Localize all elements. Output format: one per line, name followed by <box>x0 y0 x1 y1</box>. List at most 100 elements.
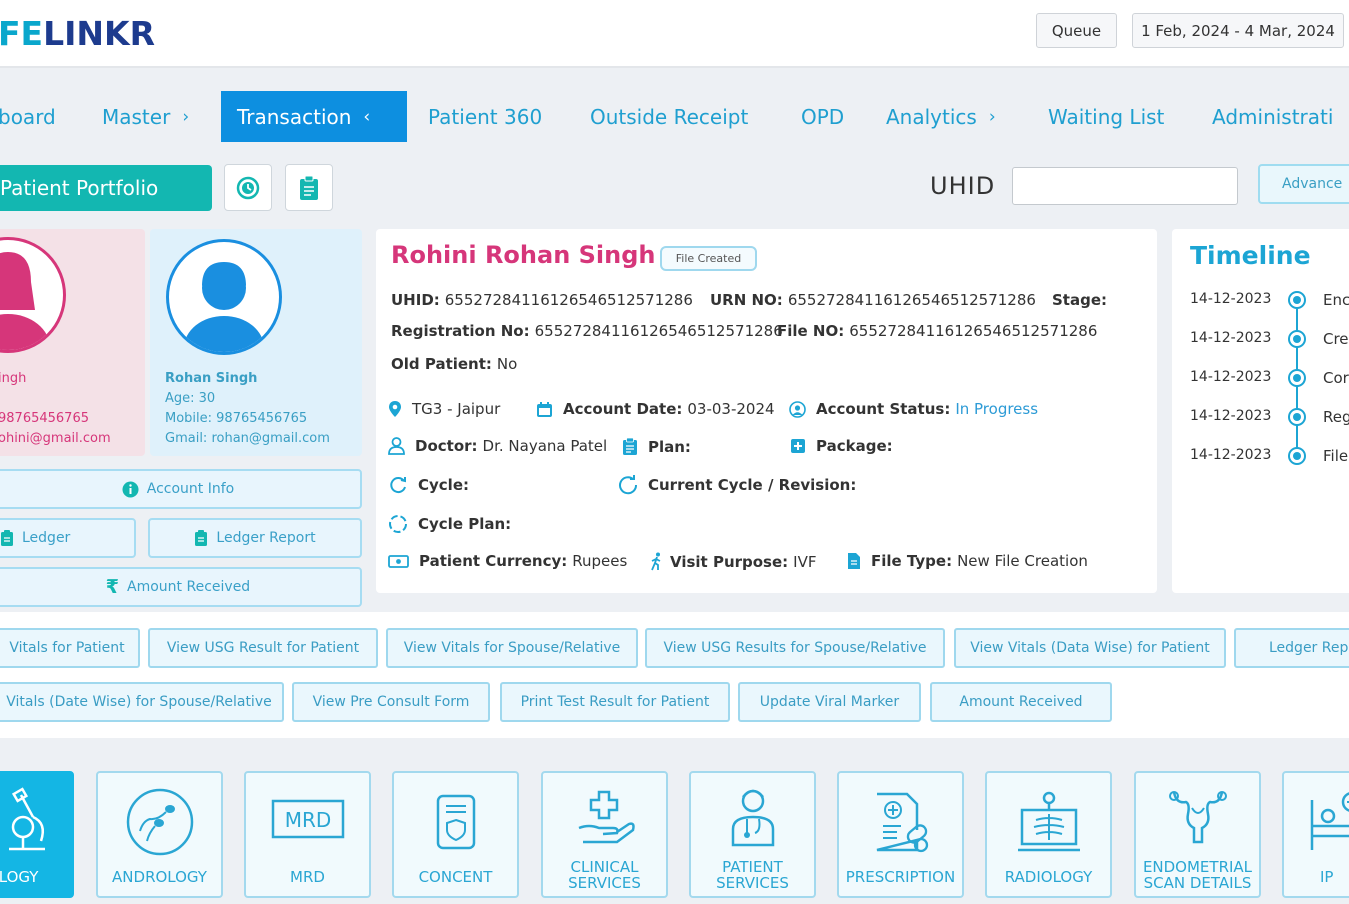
ledger-report-button[interactable]: Ledger Report <box>148 518 362 558</box>
account-info-button[interactable]: Account Info <box>0 469 362 509</box>
amount-received-side-button[interactable]: ₹ Amount Received <box>0 567 362 607</box>
nav-opd[interactable]: OPD <box>801 91 844 142</box>
cycle-plan-field: Cycle Plan: <box>388 514 516 534</box>
timeline-entry-text: File <box>1323 447 1349 465</box>
view-vitals-spouse-button[interactable]: View Vitals for Spouse/Relative <box>386 628 638 668</box>
stage-field: Stage: <box>1052 291 1108 309</box>
location-pin-icon <box>388 400 402 418</box>
file-no-field: File NO: 6552728411612654651257128​6 <box>777 322 1098 340</box>
actions-panel: Vitals for Patient View USG Result for P… <box>0 612 1349 738</box>
nav-patient-360[interactable]: Patient 360 <box>428 91 542 142</box>
top-header: FELINKR Queue 1 Feb, 2024 - 4 Mar, 2024 <box>0 0 1349 68</box>
view-usg-patient-button[interactable]: View USG Result for Patient <box>148 628 378 668</box>
male-name: Rohan Singh <box>165 371 258 386</box>
view-vitals-patient-button[interactable]: Vitals for Patient <box>0 628 140 668</box>
uterus-icon <box>1136 777 1259 855</box>
doctor-field: Doctor: Dr. Nayana Patel <box>388 437 607 455</box>
currency-icon <box>388 554 409 569</box>
module-ipd[interactable]: IP <box>1282 771 1349 898</box>
patient-portfolio-button[interactable]: Patient Portfolio <box>0 165 212 211</box>
location-field: TG3 - Jaipur <box>388 400 500 418</box>
amount-received-button[interactable]: Amount Received <box>930 682 1112 722</box>
refresh-icon <box>388 475 408 495</box>
print-test-result-button[interactable]: Print Test Result for Patient <box>500 682 730 722</box>
walking-person-icon <box>650 552 664 571</box>
patient-name: Rohini Rohan Singh <box>391 241 656 269</box>
update-viral-marker-button[interactable]: Update Viral Marker <box>738 682 921 722</box>
male-age: Age: 30 <box>165 391 216 406</box>
nav-administration[interactable]: Administrati <box>1212 91 1333 142</box>
module-concent[interactable]: CONCENT <box>392 771 519 898</box>
module-label: CLINICAL SERVICES <box>568 858 641 892</box>
module-clinical-services[interactable]: CLINICAL SERVICES <box>541 771 668 898</box>
view-usg-spouse-button[interactable]: View USG Results for Spouse/Relative <box>645 628 945 668</box>
module-andrology[interactable]: ANDROLOGY <box>96 771 223 898</box>
male-avatar <box>166 239 282 355</box>
nav-waiting-list[interactable]: Waiting List <box>1048 91 1164 142</box>
package-field: Package: <box>790 437 898 455</box>
female-name: ingh <box>0 371 27 386</box>
clipboard-icon <box>300 175 318 200</box>
female-mobile: 98765456765 <box>0 411 89 426</box>
clipboard-button[interactable] <box>285 164 333 211</box>
account-date-field: Account Date: 03-03-2024 <box>536 400 775 418</box>
timeline-dot-icon <box>1288 291 1306 309</box>
clipboard-icon <box>1 530 13 546</box>
nav-dashboard[interactable]: board <box>0 91 56 142</box>
rupee-icon: ₹ <box>105 576 120 598</box>
female-avatar <box>0 237 66 353</box>
package-icon <box>790 438 806 454</box>
module-mrd[interactable]: MRD MRD <box>244 771 371 898</box>
timeline-dot-icon <box>1288 330 1306 348</box>
module-label: MRD <box>290 868 325 886</box>
registration-field: Registration No: 655272841161265465125712… <box>391 322 783 340</box>
uhid-field: UHID: 6552728411612654651257128​6 <box>391 291 693 309</box>
timeline-entry: 14-12-2023 <box>1190 408 1272 424</box>
male-email: Gmail: rohan@gmail.com <box>165 431 330 446</box>
view-vitals-datewise-patient-button[interactable]: View Vitals (Data Wise) for Patient <box>954 628 1226 668</box>
module-embryology[interactable]: IOLOGY <box>0 771 74 898</box>
module-label: RADIOLOGY <box>1004 868 1093 886</box>
view-pre-consult-button[interactable]: View Pre Consult Form <box>292 682 490 722</box>
module-radiology[interactable]: RADIOLOGY <box>985 771 1112 898</box>
nav-master[interactable]: Master › <box>102 91 189 142</box>
status-badge: File Created <box>660 246 757 271</box>
timeline-panel: Timeline 14-12-2023 Enc 14-12-2023 Cre 1… <box>1172 229 1349 593</box>
urn-field: URN NO: 6552728411612654651257128​6 <box>710 291 1036 309</box>
hand-cross-icon <box>543 777 666 855</box>
timeline-entry-text: Reg <box>1323 408 1349 426</box>
svg-text:MRD: MRD <box>284 808 331 832</box>
cycle-plan-icon <box>388 514 408 534</box>
date-range-picker[interactable]: 1 Feb, 2024 - 4 Mar, 2024 <box>1132 13 1344 48</box>
history-button[interactable] <box>224 164 272 211</box>
queue-button[interactable]: Queue <box>1036 13 1117 48</box>
ledger-report-action-button[interactable]: Ledger Rep <box>1234 628 1349 668</box>
user-circle-icon <box>789 400 806 418</box>
xray-icon <box>987 783 1110 861</box>
nav-outside-receipt[interactable]: Outside Receipt <box>590 91 748 142</box>
uhid-input[interactable] <box>1012 167 1238 205</box>
view-vitals-datewise-spouse-button[interactable]: Vitals (Date Wise) for Spouse/Relative <box>0 682 284 722</box>
module-prescription[interactable]: PRESCRIPTION <box>837 771 964 898</box>
female-profile-card[interactable]: ingh 98765456765 ohini@gmail.com <box>0 229 145 456</box>
module-endometrial-scan[interactable]: ENDOMETRIAL SCAN DETAILS <box>1134 771 1261 898</box>
module-label: IOLOGY <box>0 868 39 886</box>
patient-details-card: Rohini Rohan Singh File Created UHID: 655… <box>376 229 1157 593</box>
module-label: ANDROLOGY <box>112 868 207 886</box>
main-nav: board Master › Transaction ‹ Patient 360 O… <box>0 91 1349 142</box>
chevron-right-icon: › <box>988 106 996 127</box>
nav-analytics[interactable]: Analytics › <box>886 91 996 142</box>
module-label: PRESCRIPTION <box>845 868 956 886</box>
chevron-right-icon: › <box>182 106 190 127</box>
module-patient-services[interactable]: PATIENT SERVICES <box>689 771 816 898</box>
ledger-button[interactable]: Ledger <box>0 518 136 558</box>
nav-transaction[interactable]: Transaction ‹ <box>221 91 407 142</box>
currency-field: Patient Currency: Rupees <box>388 552 627 570</box>
cycle-field: Cycle: <box>388 475 474 495</box>
timeline-dot-icon <box>1288 447 1306 465</box>
advance-search-button[interactable]: Advance <box>1258 164 1349 204</box>
male-profile-card[interactable]: Rohan Singh Age: 30 Mobile: 98765456765 … <box>150 229 362 456</box>
timeline-title: Timeline <box>1190 241 1311 270</box>
document-shield-icon <box>394 783 517 861</box>
timeline-entry: 14-12-2023 <box>1190 330 1272 346</box>
